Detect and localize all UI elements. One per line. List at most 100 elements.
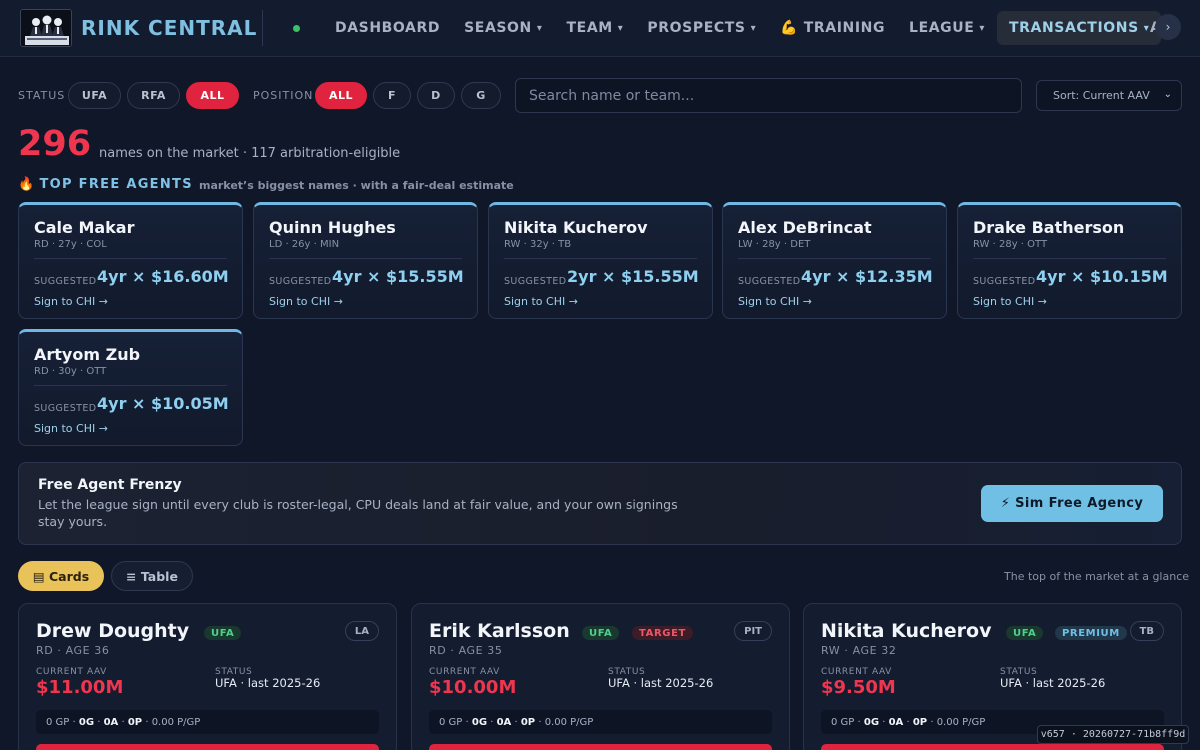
status-filter-label: STATUS — [18, 89, 66, 102]
nav-item-league[interactable]: LEAGUE ▾ — [897, 11, 997, 45]
ufa-badge: UFA — [1006, 626, 1044, 640]
player-card[interactable]: Drew Doughty UFA LA RD · AGE 36 CURRENT … — [18, 603, 397, 750]
table-view-button[interactable]: ≡ Table — [111, 561, 193, 591]
sign-link[interactable]: Sign to CHI → — [269, 295, 343, 308]
status-filter-all[interactable]: ALL — [186, 82, 239, 109]
search-input[interactable] — [515, 78, 1022, 113]
player-meta: RW · 28y · OTT — [973, 239, 1048, 250]
market-count: 296 — [18, 124, 92, 164]
sign-link[interactable]: Sign to CHI → — [504, 295, 578, 308]
nav-item-label: 💪 TRAINING — [780, 20, 886, 36]
ufa-badge: UFA — [582, 626, 620, 640]
player-meta: RW · 32y · TB — [504, 239, 572, 250]
banner-title: Free Agent Frenzy — [38, 477, 182, 493]
suggested-deal: 4yr × $15.55M — [332, 267, 464, 286]
nav-menu: DASHBOARD SEASON ▾ TEAM ▾ PROSPECTS ▾ 💪 TRA… — [323, 11, 1162, 45]
top-agent-card[interactable]: Artyom Zub RD · 30y · OTT SUGGESTED 4yr … — [18, 329, 243, 446]
sign-link[interactable]: Sign to CHI → — [738, 295, 812, 308]
points-per-game: 0.00 P/GP — [544, 716, 594, 728]
top-free-agents-subtitle: market’s biggest names · with a fair-dea… — [199, 179, 514, 192]
position-filter-f[interactable]: F — [373, 82, 411, 109]
team-chip[interactable]: PIT — [734, 621, 772, 641]
suggested-label: SUGGESTED — [34, 403, 97, 414]
player-name: Nikita Kucherov — [504, 218, 648, 237]
points-per-game: 0.00 P/GP — [151, 716, 201, 728]
suggested-label: SUGGESTED — [34, 276, 97, 287]
player-action-button[interactable] — [36, 744, 379, 750]
section-title-text: TOP FREE AGENTS — [39, 177, 193, 192]
sign-link[interactable]: Sign to CHI → — [34, 422, 108, 435]
suggested-deal: 2yr × $15.55M — [567, 267, 699, 286]
status-filter-ufa[interactable]: UFA — [68, 82, 121, 109]
position-filter-all[interactable]: ALL — [315, 82, 367, 109]
top-agent-card[interactable]: Alex DeBrincat LW · 28y · DET SUGGESTED … — [722, 202, 947, 319]
player-name: Cale Makar — [34, 218, 135, 237]
sign-link[interactable]: Sign to CHI → — [973, 295, 1047, 308]
suggested-deal: 4yr × $10.05M — [97, 394, 229, 413]
chevron-down-icon: ▾ — [617, 22, 624, 34]
nav-item-label: TRANSACTIONS — [1009, 20, 1139, 36]
team-chip[interactable]: LA — [344, 621, 379, 641]
divider — [34, 258, 227, 259]
version-badge: v657 · 20260727-71b8ff9d — [1037, 725, 1189, 744]
team-chip[interactable]: TB — [1129, 621, 1164, 641]
suggested-label: SUGGESTED — [738, 276, 801, 287]
player-name: Drake Batherson — [973, 218, 1125, 237]
sign-link[interactable]: Sign to CHI → — [34, 295, 108, 308]
suggested-label: SUGGESTED — [973, 276, 1036, 287]
player-meta: RD · AGE 35 — [429, 644, 503, 657]
view-caption: The top of the market at a glance — [1004, 570, 1190, 583]
top-agent-card[interactable]: Nikita Kucherov RW · 32y · TB SUGGESTED … — [488, 202, 713, 319]
nav-scroll-right-icon[interactable]: › — [1155, 14, 1181, 40]
suggested-deal: 4yr × $12.35M — [801, 267, 933, 286]
sort-select-value: Sort: Current AAV — [1053, 89, 1150, 102]
stat-line: 0 GP · 0G · 0A · 0P · 0.00 P/GP — [429, 710, 772, 734]
nav-item-label: SEASON — [464, 20, 532, 36]
chevron-down-icon: ▾ — [979, 22, 986, 34]
points: 0P — [912, 716, 928, 728]
goals: 0G — [78, 716, 95, 728]
aav-label: CURRENT AAV — [429, 667, 500, 677]
nav-item-prospects[interactable]: PROSPECTS ▾ — [635, 11, 768, 45]
nav-item-transactions[interactable]: TRANSACTIONS ▾ — [997, 11, 1162, 45]
top-agent-card[interactable]: Quinn Hughes LD · 26y · MIN SUGGESTED 4y… — [253, 202, 478, 319]
player-meta: RD · AGE 36 — [36, 644, 110, 657]
nav-item-dashboard[interactable]: DASHBOARD — [323, 11, 452, 45]
current-aav: $10.00M — [429, 677, 517, 698]
position-filter-d[interactable]: D — [417, 82, 455, 109]
player-action-button[interactable] — [429, 744, 772, 750]
cards-view-button[interactable]: ▤ Cards — [18, 561, 104, 591]
goals: 0G — [471, 716, 488, 728]
nav-item-team[interactable]: TEAM ▾ — [555, 11, 636, 45]
player-meta: RD · 27y · COL — [34, 239, 107, 250]
divider — [973, 258, 1166, 259]
sim-free-agency-button[interactable]: ⚡ Sim Free Agency — [981, 485, 1163, 522]
market-summary: names on the market · 117 arbitration-el… — [99, 146, 401, 161]
nav-item-training[interactable]: 💪 TRAINING — [768, 11, 897, 45]
contract-status: UFA · last 2025-26 — [1000, 676, 1106, 690]
suggested-deal: 4yr × $16.60M — [97, 267, 229, 286]
nav-item-label: DASHBOARD — [335, 20, 441, 36]
chevron-down-icon: ▾ — [536, 22, 543, 34]
player-card[interactable]: Erik Karlsson UFA TARGET PIT RD · AGE 35… — [411, 603, 790, 750]
position-filter-g[interactable]: G — [461, 82, 501, 109]
nav-item-season[interactable]: SEASON ▾ — [452, 11, 554, 45]
player-name: Alex DeBrincat — [738, 218, 872, 237]
brand-name[interactable]: RINK CENTRAL — [81, 16, 257, 40]
nav-divider — [262, 10, 263, 46]
player-meta: LW · 28y · DET — [738, 239, 811, 250]
games-played: 0 GP — [439, 716, 463, 728]
sort-select[interactable]: Sort: Current AAV ⌄ — [1036, 80, 1182, 111]
assists: 0A — [103, 716, 119, 728]
top-agent-card[interactable]: Drake Batherson RW · 28y · OTT SUGGESTED… — [957, 202, 1182, 319]
divider — [34, 385, 227, 386]
team-logo-icon[interactable] — [20, 9, 72, 47]
games-played: 0 GP — [46, 716, 70, 728]
divider — [269, 258, 462, 259]
suggested-deal: 4yr × $10.15M — [1036, 267, 1168, 286]
player-action-button[interactable] — [821, 744, 1164, 750]
top-agent-card[interactable]: Cale Makar RD · 27y · COL SUGGESTED 4yr … — [18, 202, 243, 319]
contract-status: UFA · last 2025-26 — [215, 676, 321, 690]
status-filter-rfa[interactable]: RFA — [127, 82, 180, 109]
aav-label: CURRENT AAV — [36, 667, 107, 677]
